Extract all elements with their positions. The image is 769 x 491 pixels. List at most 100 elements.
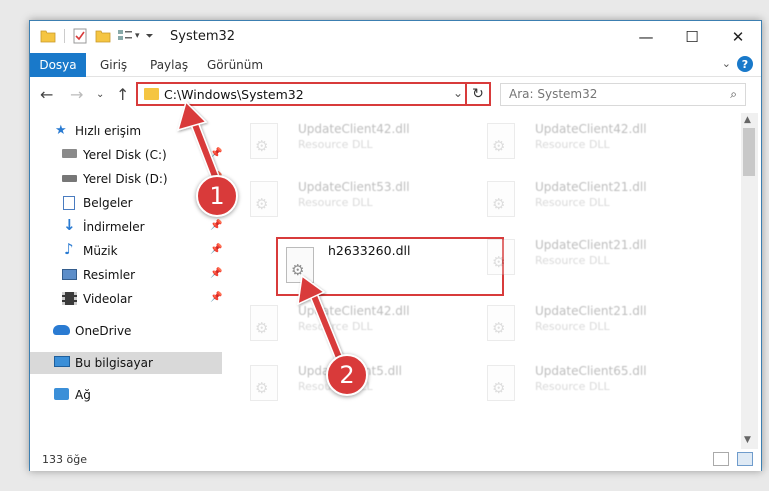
sidebar-item-downloads[interactable]: ↓ İndirmeler 📌 (30, 216, 222, 238)
sidebar-item-onedrive[interactable]: OneDrive (30, 320, 222, 342)
recent-locations-icon[interactable]: ⌄ (96, 89, 104, 100)
chevron-down-icon[interactable]: ▾ (135, 31, 140, 41)
sidebar-item-quick-access[interactable]: ★ Hızlı erişim (30, 120, 222, 142)
help-button[interactable]: ? (737, 56, 753, 72)
file-name: UpdateClient21.dll (535, 180, 647, 194)
dll-file-icon: ⚙ (250, 123, 278, 159)
customize-toolbar-icon[interactable]: ⏷ (146, 31, 154, 42)
gear-icon: ⚙ (255, 137, 269, 155)
file-type: Resource DLL (298, 196, 373, 209)
file-name: UpdateClient42.dll (298, 122, 410, 136)
pin-icon: 📌 (210, 220, 223, 231)
sidebar-item-this-pc[interactable]: Bu bilgisayar (30, 352, 222, 374)
sidebar-item-label: OneDrive (75, 324, 132, 338)
dll-file-icon: ⚙ (250, 181, 278, 217)
file-item[interactable]: ⚙ UpdateClient21.dll Resource DLL (467, 233, 692, 287)
pictures-icon (62, 269, 77, 280)
file-item[interactable]: ⚙ UpdateClient42.dll Resource DLL (230, 299, 455, 353)
file-name: UpdateClient42.dll (535, 122, 647, 136)
file-item[interactable]: ⚙ UpdateClient42.dll Resource DLL (230, 117, 455, 171)
scroll-up-icon[interactable]: ▲ (744, 115, 751, 125)
drive-icon (62, 149, 77, 158)
gear-icon: ⚙ (492, 195, 506, 213)
sidebar-item-label: İndirmeler (83, 220, 145, 234)
file-item[interactable]: ⚙ UpdateClient42.dll Resource DLL (467, 117, 692, 171)
tab-file[interactable]: Dosya (30, 53, 86, 77)
view-options-icon[interactable] (117, 29, 133, 43)
large-icons-view-icon[interactable] (737, 452, 753, 466)
search-icon[interactable]: ⌕ (730, 87, 737, 102)
network-icon (54, 388, 69, 400)
address-bar[interactable]: C:\Windows\System32 ⌄ ↻ (136, 82, 491, 106)
dll-file-icon: ⚙ (250, 365, 278, 401)
file-item[interactable]: ⚙ UpdateClient65.dll Resource DLL (467, 359, 692, 413)
forward-arrow-icon[interactable]: → (70, 85, 83, 104)
tab-home[interactable]: Giriş (100, 58, 127, 72)
gear-icon: ⚙ (492, 379, 506, 397)
details-view-icon[interactable] (713, 452, 729, 466)
file-type: Resource DLL (535, 138, 610, 151)
cloud-icon (53, 325, 70, 335)
gear-icon: ⚙ (255, 319, 269, 337)
sidebar-item-label: Hızlı erişim (75, 124, 142, 138)
search-box[interactable]: ⌕ (500, 83, 746, 106)
download-icon: ↓ (63, 216, 76, 234)
pin-icon: 📌 (210, 292, 223, 303)
close-button[interactable]: ✕ (715, 21, 761, 52)
item-count: 133 öğe (42, 453, 87, 466)
sidebar-item-videos[interactable]: Videolar 📌 (30, 288, 222, 310)
sidebar-item-music[interactable]: ♪ Müzik 📌 (30, 240, 222, 262)
file-type: Resource DLL (535, 254, 610, 267)
sidebar-item-network[interactable]: Ağ (30, 384, 222, 406)
dll-file-icon: ⚙ (487, 239, 515, 275)
navigation-pane: ★ Hızlı erişim Yerel Disk (C:) 📌 Yerel D… (30, 113, 226, 449)
music-icon: ♪ (64, 240, 74, 258)
tab-view[interactable]: Görünüm (207, 58, 263, 72)
refresh-icon[interactable]: ↻ (465, 82, 489, 106)
vertical-scrollbar[interactable]: ▲ ▼ (741, 113, 758, 449)
step-badge-1: 1 (196, 175, 238, 217)
quick-access-toolbar: ▾ ⏷ (40, 28, 154, 44)
tab-share[interactable]: Paylaş (150, 58, 188, 72)
pin-icon: 📌 (210, 244, 223, 255)
properties-icon[interactable] (73, 28, 87, 44)
file-list: ⚙ UpdateClient42.dll Resource DLL ⚙ Upda… (230, 113, 740, 449)
maximize-button[interactable]: ☐ (669, 21, 715, 52)
file-item[interactable]: ⚙ UpdateClient21.dll Resource DLL (467, 299, 692, 353)
back-arrow-icon[interactable]: ← (40, 85, 53, 104)
expand-ribbon-icon[interactable]: ⌄ (722, 57, 731, 70)
gear-icon: ⚙ (255, 195, 269, 213)
computer-icon (54, 356, 70, 367)
documents-icon (63, 196, 75, 210)
ribbon-tabs: Dosya Giriş Paylaş Görünüm ⌄ ? (30, 53, 761, 77)
new-folder-icon[interactable] (95, 29, 111, 43)
pin-icon: 📌 (210, 268, 223, 279)
address-path[interactable]: C:\Windows\System32 (164, 87, 304, 102)
gear-icon: ⚙ (291, 261, 305, 279)
scrollbar-thumb[interactable] (743, 128, 755, 176)
sidebar-item-documents[interactable]: Belgeler 📌 (30, 192, 222, 214)
folder-icon (144, 88, 159, 100)
chevron-down-icon[interactable]: ⌄ (453, 86, 463, 100)
explorer-window: ▾ ⏷ System32 — ☐ ✕ Dosya Giriş Paylaş Gö… (29, 20, 762, 471)
up-arrow-icon[interactable]: ↑ (116, 85, 129, 104)
dll-file-icon: ⚙ (487, 305, 515, 341)
navigation-bar: ← → ⌄ ↑ C:\Windows\System32 ⌄ ↻ ⌕ (30, 78, 761, 112)
folder-icon[interactable] (40, 29, 56, 43)
search-input[interactable] (509, 87, 709, 101)
file-item[interactable]: ⚙ UpdateClient21.dll Resource DLL (467, 175, 692, 229)
status-bar: 133 öğe (30, 449, 761, 471)
sidebar-item-label: Bu bilgisayar (75, 356, 153, 370)
gear-icon: ⚙ (492, 253, 506, 271)
file-item[interactable]: ⚙ UpdateClient53.dll Resource DLL (230, 175, 455, 229)
sidebar-item-local-disk-d[interactable]: Yerel Disk (D:) 📌 (30, 168, 222, 190)
sidebar-item-label: Resimler (83, 268, 136, 282)
gear-icon: ⚙ (255, 379, 269, 397)
sidebar-item-local-disk-c[interactable]: Yerel Disk (C:) 📌 (30, 144, 222, 166)
minimize-button[interactable]: — (623, 21, 669, 52)
scroll-down-icon[interactable]: ▼ (744, 435, 751, 445)
sidebar-item-pictures[interactable]: Resimler 📌 (30, 264, 222, 286)
gear-icon: ⚙ (492, 319, 506, 337)
gear-icon: ⚙ (492, 137, 506, 155)
pin-icon: 📌 (210, 148, 223, 159)
